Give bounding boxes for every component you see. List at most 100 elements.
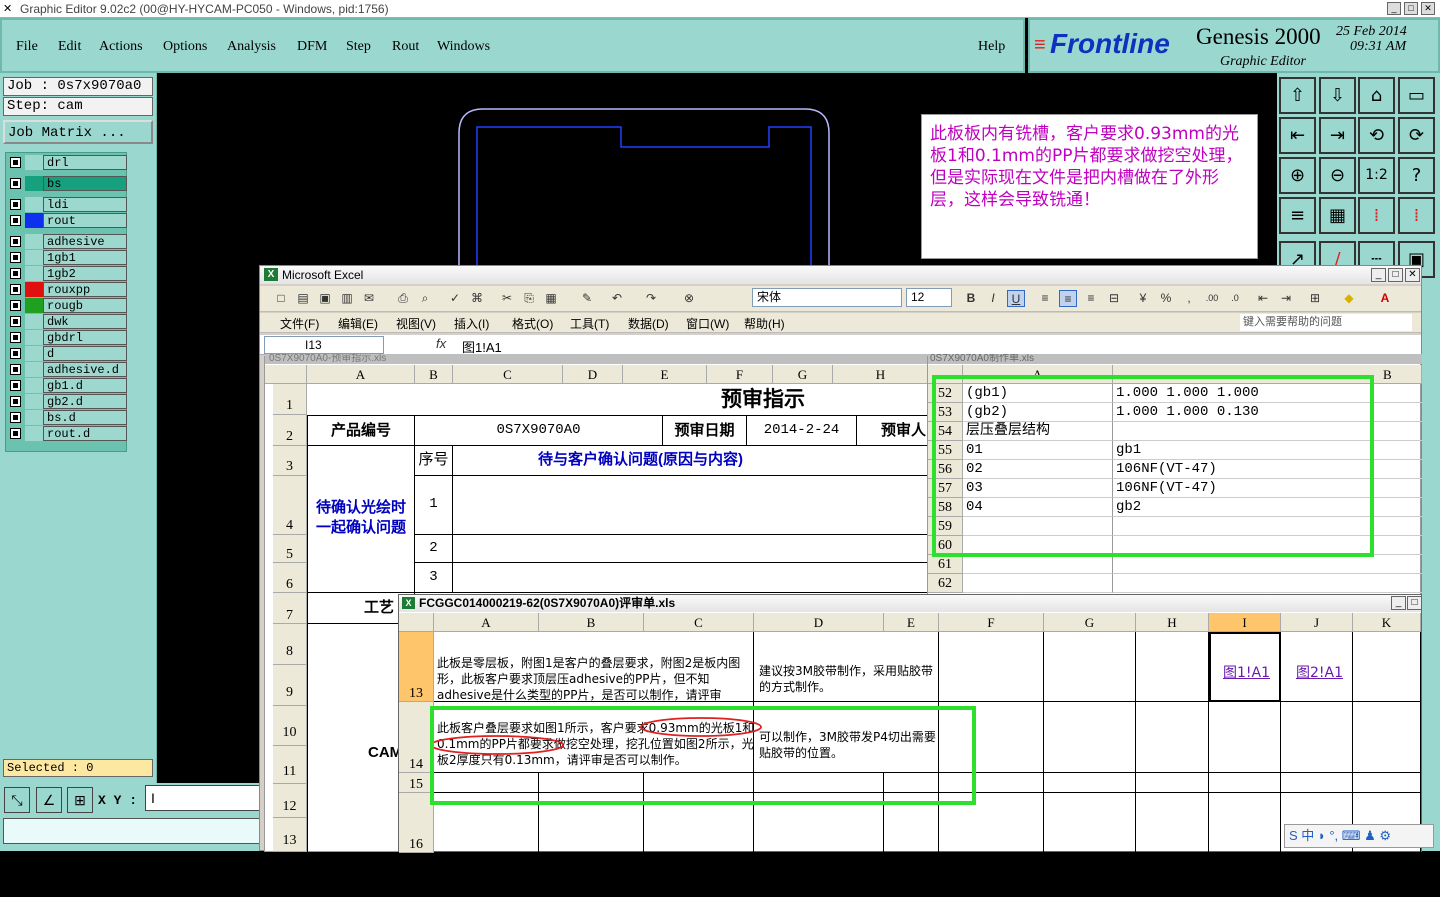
name-box[interactable]: I13	[264, 336, 384, 354]
layer-checkbox[interactable]	[10, 428, 21, 439]
row-header[interactable]: 1	[273, 384, 307, 415]
xl-menu-view[interactable]: 视图(V)	[396, 315, 436, 332]
layer-row[interactable]: gb1.d	[10, 378, 127, 393]
layer-checkbox[interactable]	[10, 300, 21, 311]
col-header[interactable]: C	[453, 365, 563, 384]
percent-icon[interactable]: %	[1157, 290, 1175, 307]
layer-checkbox[interactable]	[10, 236, 21, 247]
redo-icon[interactable]: ↷	[642, 290, 660, 307]
layer-row[interactable]: 1gb2	[10, 266, 127, 281]
email-icon[interactable]: ✉	[360, 290, 378, 307]
layer-name[interactable]: rout.d	[43, 426, 127, 441]
menu-rout[interactable]: Rout	[392, 39, 419, 55]
align-center-icon[interactable]: ≡	[1059, 290, 1077, 307]
layer-checkbox[interactable]	[10, 178, 21, 189]
xl-menu-window[interactable]: 窗口(W)	[686, 315, 729, 332]
decrease-decimal-icon[interactable]: .0	[1226, 290, 1244, 307]
layer-name[interactable]: 1gb1	[43, 250, 127, 265]
menu-help[interactable]: Help	[978, 39, 1005, 55]
menu-edit[interactable]: Edit	[58, 39, 81, 55]
scale-icon[interactable]: 1:2	[1358, 157, 1395, 194]
mirror-icon[interactable]: ⟲	[1358, 117, 1395, 154]
layer-name[interactable]: d	[43, 346, 127, 361]
layer-color-swatch[interactable]	[25, 176, 43, 191]
layer-color-swatch[interactable]	[25, 197, 43, 212]
layer-row[interactable]: dwk	[10, 314, 127, 329]
layer-row[interactable]: rout	[10, 213, 127, 228]
layer-color-swatch[interactable]	[25, 346, 43, 361]
move-left-icon[interactable]: ⇤	[1279, 117, 1316, 154]
layer-color-swatch[interactable]	[25, 410, 43, 425]
new-icon[interactable]: □	[272, 290, 290, 307]
zoom-fit-icon[interactable]: ⤡	[4, 787, 30, 813]
layer-checkbox[interactable]	[10, 268, 21, 279]
row-header[interactable]: 3	[273, 446, 307, 476]
font-select[interactable]: 宋体	[752, 288, 902, 307]
menu-step[interactable]: Step	[346, 39, 371, 55]
cell-a[interactable]	[963, 555, 1113, 574]
layer-color-swatch[interactable]	[25, 298, 43, 313]
zoom-in-icon[interactable]: ⊕	[1279, 157, 1316, 194]
help-icon[interactable]: ?	[1398, 157, 1435, 194]
layer-checkbox[interactable]	[10, 316, 21, 327]
layer-name[interactable]: ldi	[43, 197, 127, 212]
move-right-icon[interactable]: ⇥	[1319, 117, 1356, 154]
layer-name[interactable]: adhesive	[43, 234, 127, 249]
layer-row[interactable]: adhesive.d	[10, 362, 127, 377]
menu-analysis[interactable]: Analysis	[227, 39, 276, 55]
merge-icon[interactable]: ⊟	[1105, 290, 1123, 307]
underline-button[interactable]: U	[1007, 290, 1025, 307]
home-down-icon[interactable]: ⇩	[1319, 77, 1356, 114]
cell-b[interactable]	[1113, 574, 1422, 593]
col-header[interactable]: D	[563, 365, 623, 384]
question-cell-2[interactable]	[453, 535, 929, 563]
layer-row[interactable]: drl	[10, 155, 127, 170]
layers-red-icon[interactable]: ⁞	[1358, 197, 1395, 234]
excel-maximize[interactable]: □	[1388, 268, 1403, 282]
layer-checkbox[interactable]	[10, 199, 21, 210]
layer-checkbox[interactable]	[10, 380, 21, 391]
ime-toolbar[interactable]: S 中 ◗ °, ⌨ ♟ ⚙	[1284, 824, 1434, 848]
cell-a[interactable]	[963, 574, 1113, 593]
corner-cell[interactable]	[265, 365, 307, 384]
layer-color-swatch[interactable]	[25, 314, 43, 329]
menu-actions[interactable]: Actions	[99, 39, 143, 55]
xl-menu-edit[interactable]: 编辑(E)	[338, 315, 378, 332]
col-header[interactable]: B	[415, 365, 453, 384]
rotate-icon[interactable]: ⟳	[1398, 117, 1435, 154]
font-size-select[interactable]: 12	[906, 288, 952, 307]
layer-row[interactable]: gbdrl	[10, 330, 127, 345]
question-cell-1[interactable]	[453, 476, 929, 535]
layer-checkbox[interactable]	[10, 284, 21, 295]
layer-row[interactable]: 1gb1	[10, 250, 127, 265]
open-icon[interactable]: ▤	[294, 290, 312, 307]
col-header[interactable]: G	[773, 365, 833, 384]
layer-checkbox[interactable]	[10, 348, 21, 359]
indent-icon[interactable]: ⇥	[1277, 290, 1295, 307]
menu-file[interactable]: File	[16, 39, 38, 55]
format-painter-icon[interactable]: ✎	[578, 290, 596, 307]
increase-decimal-icon[interactable]: .00	[1203, 290, 1221, 307]
currency-icon[interactable]: ¥	[1134, 290, 1152, 307]
maximize-button[interactable]: □	[1404, 2, 1418, 15]
layer-color-swatch[interactable]	[25, 282, 43, 297]
row-header[interactable]: 8	[273, 624, 307, 665]
undo-icon[interactable]: ↶	[608, 290, 626, 307]
question-cell-3[interactable]	[453, 563, 929, 593]
row-header[interactable]: 11	[273, 746, 307, 784]
xl-menu-tools[interactable]: 工具(T)	[570, 315, 609, 332]
layer-checkbox[interactable]	[10, 215, 21, 226]
row-header[interactable]: 6	[273, 563, 307, 593]
layer-color-swatch[interactable]	[25, 362, 43, 377]
layer-row[interactable]: bs	[10, 176, 127, 191]
col-header[interactable]: H	[833, 365, 929, 384]
layer-name[interactable]: dwk	[43, 314, 127, 329]
row-header[interactable]: 5	[273, 535, 307, 563]
layer-row[interactable]: bs.d	[10, 410, 127, 425]
layer-row[interactable]: rougb	[10, 298, 127, 313]
borders-icon[interactable]: ⊞	[1306, 290, 1324, 307]
layer-color-swatch[interactable]	[25, 213, 43, 228]
layer-checkbox[interactable]	[10, 412, 21, 423]
row-header[interactable]: 61	[928, 555, 963, 574]
col-header[interactable]: A	[307, 365, 415, 384]
